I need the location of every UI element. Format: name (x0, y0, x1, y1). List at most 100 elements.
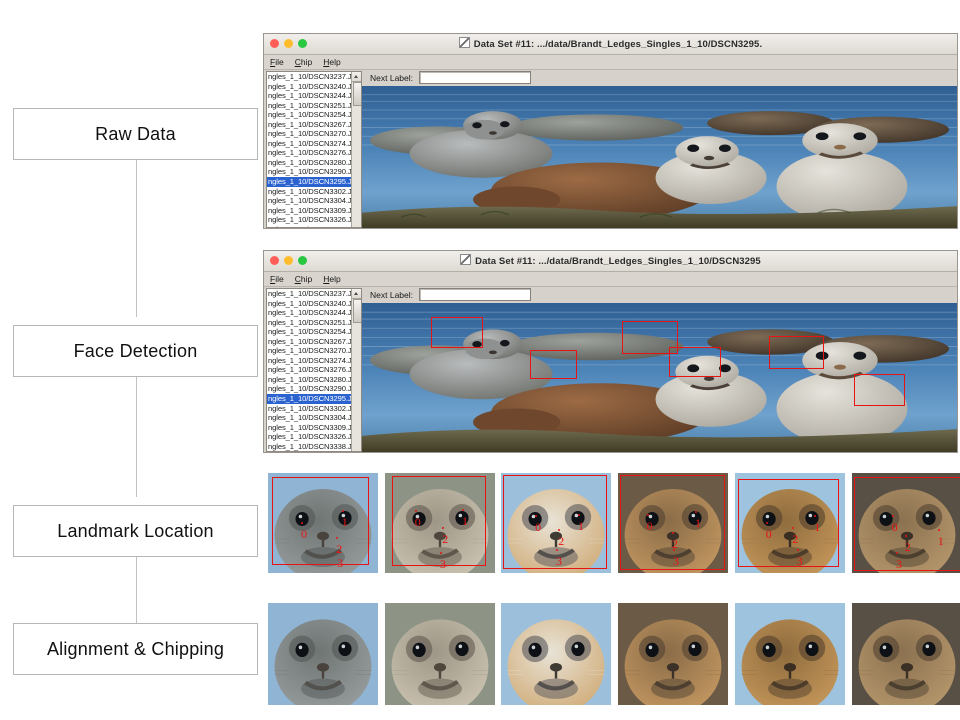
landmark-point-dot (671, 532, 674, 534)
file-list-item[interactable]: ngles_1_10/DSCN3240.JPG (267, 82, 361, 92)
next-label-input-2[interactable] (419, 288, 531, 301)
file-list-item[interactable]: ngles_1_10/DSCN3338.JPG (267, 225, 361, 227)
file-list-item[interactable]: ngles_1_10/DSCN3244.JPG (267, 308, 361, 318)
image-pane: Next Label: (362, 69, 957, 228)
landmark-point-label: 2 (442, 532, 449, 546)
window-titlebar-2[interactable]: Data Set #11: .../data/Brandt_Ledges_Sin… (264, 251, 957, 272)
landmark-point-label: 2 (336, 542, 343, 556)
file-list-rows[interactable]: ngles_1_10/DSCN3237.JPG ngles_1_10/DSCN32… (267, 72, 361, 227)
landmark-point-label: 2 (558, 534, 565, 548)
landmark-point-dot (341, 510, 344, 512)
stage-label-raw-data: Raw Data (95, 123, 176, 144)
file-list-item[interactable]: ngles_1_10/DSCN3290.JPG (267, 384, 361, 394)
file-list-item[interactable]: ngles_1_10/DSCN3304.JPG (267, 196, 361, 206)
landmark-point-dot (414, 510, 417, 512)
window-titlebar[interactable]: Data Set #11: .../data/Brandt_Ledges_Sin… (264, 34, 957, 55)
app-icon (458, 37, 470, 48)
menu-bar[interactable]: File Chip Help (264, 55, 957, 70)
menu-file[interactable]: File (270, 57, 284, 67)
file-list[interactable]: ngles_1_10/DSCN3237.JPG ngles_1_10/DSCN32… (266, 71, 362, 228)
file-list-item[interactable]: ngles_1_10/DSCN3270.JPG (267, 346, 361, 356)
face-detection-box (431, 317, 483, 348)
file-list-item[interactable]: ngles_1_10/DSCN3274.JPG (267, 356, 361, 366)
scroll-up-arrow-icon[interactable] (352, 72, 361, 82)
file-list-item[interactable]: ngles_1_10/DSCN3251.JPG (267, 101, 361, 111)
face-detection-box (853, 374, 906, 407)
file-list-item[interactable]: ngles_1_10/DSCN3295.JPG (267, 177, 361, 187)
raw-photo-viewport (362, 86, 957, 228)
menu-bar-2[interactable]: File Chip Help (264, 272, 957, 287)
next-label-input[interactable] (419, 71, 531, 84)
menu-chip[interactable]: Chip (295, 274, 312, 284)
window-body: ngles_1_10/DSCN3237.JPG ngles_1_10/DSCN32… (264, 69, 957, 228)
landmark-point-label: 1 (937, 534, 944, 548)
landmark-thumbnail: 0123 (735, 473, 845, 573)
file-list-item[interactable]: ngles_1_10/DSCN3254.JPG (267, 327, 361, 337)
file-list-item[interactable]: ngles_1_10/DSCN3309.JPG (267, 206, 361, 216)
aligned-face-chip (385, 603, 495, 705)
menu-file[interactable]: File (270, 274, 284, 284)
file-list-item[interactable]: ngles_1_10/DSCN3276.JPG (267, 365, 361, 375)
scroll-up-arrow-icon[interactable] (352, 289, 361, 299)
landmark-point-label: 0 (646, 519, 653, 533)
landmark-point-label: 0 (414, 515, 421, 529)
file-list-item[interactable]: ngles_1_10/DSCN3270.JPG (267, 129, 361, 139)
menu-help[interactable]: Help (323, 274, 340, 284)
window-body-2: ngles_1_10/DSCN3237.JPG ngles_1_10/DSCN32… (264, 286, 957, 452)
landmark-point-label: 3 (556, 554, 562, 568)
landmark-point-label: 0 (301, 527, 307, 541)
file-list-item[interactable]: ngles_1_10/DSCN3290.JPG (267, 167, 361, 177)
file-list-scrollbar-2[interactable] (351, 289, 361, 451)
landmark-point-dot (578, 514, 580, 516)
file-list-item[interactable]: ngles_1_10/DSCN3267.JPG (267, 337, 361, 347)
landmark-point-label: 0 (891, 520, 898, 534)
file-list-item[interactable]: ngles_1_10/DSCN3274.JPG (267, 139, 361, 149)
next-label-toolbar-2: Next Label: (362, 286, 957, 303)
scrollbar-thumb[interactable] (353, 299, 361, 323)
aligned-face-chip (618, 603, 728, 705)
file-list-item[interactable]: ngles_1_10/DSCN3237.JPG (267, 72, 361, 82)
file-list-item[interactable]: ngles_1_10/DSCN3338.JPG (267, 442, 361, 451)
landmark-point-label: 3 (440, 557, 446, 571)
aligned-face-chip (501, 603, 611, 705)
file-list-item[interactable]: ngles_1_10/DSCN3326.JPG (267, 215, 361, 225)
landmark-bounding-box (272, 477, 370, 565)
file-list-item[interactable]: ngles_1_10/DSCN3244.JPG (267, 91, 361, 101)
connector-raw-to-detect (136, 160, 137, 317)
file-list-item[interactable]: ngles_1_10/DSCN3251.JPG (267, 318, 361, 328)
landmark-point-dot (896, 552, 898, 554)
file-list-item[interactable]: ngles_1_10/DSCN3240.JPG (267, 299, 361, 309)
landmark-bounding-box (503, 475, 607, 569)
window-title-text-2: Data Set #11: .../data/Brandt_Ledges_Sin… (475, 256, 761, 267)
file-list-item[interactable]: ngles_1_10/DSCN3302.JPG (267, 187, 361, 197)
file-list-item[interactable]: ngles_1_10/DSCN3302.JPG (267, 404, 361, 414)
file-list-rows-2[interactable]: ngles_1_10/DSCN3237.JPG ngles_1_10/DSCN32… (267, 289, 361, 452)
file-list-scrollbar[interactable] (351, 72, 361, 227)
face-detection-box (769, 336, 824, 370)
landmark-point-label: 1 (695, 516, 701, 530)
file-list-item[interactable]: ngles_1_10/DSCN3309.JPG (267, 423, 361, 433)
file-list-item[interactable]: ngles_1_10/DSCN3280.JPG (267, 158, 361, 168)
landmark-point-label: 1 (578, 519, 584, 533)
file-list-item[interactable]: ngles_1_10/DSCN3267.JPG (267, 120, 361, 130)
landmark-point-label: 0 (535, 520, 542, 534)
file-list-item[interactable]: ngles_1_10/DSCN3276.JPG (267, 148, 361, 158)
stage-box-alignment-chipping: Alignment & Chipping (13, 623, 258, 675)
menu-help[interactable]: Help (323, 57, 340, 67)
landmark-point-label: 3 (673, 554, 679, 568)
file-list-item[interactable]: ngles_1_10/DSCN3280.JPG (267, 375, 361, 385)
file-list-item[interactable]: ngles_1_10/DSCN3254.JPG (267, 110, 361, 120)
file-list-item[interactable]: ngles_1_10/DSCN3237.JPG (267, 289, 361, 299)
file-list-2[interactable]: ngles_1_10/DSCN3237.JPG ngles_1_10/DSCN32… (266, 288, 362, 452)
app-window-raw-data[interactable]: Data Set #11: .../data/Brandt_Ledges_Sin… (263, 33, 958, 229)
landmark-thumbnail: 0123 (618, 473, 728, 573)
menu-chip[interactable]: Chip (295, 57, 312, 67)
file-list-item[interactable]: ngles_1_10/DSCN3341.JPG (267, 451, 361, 452)
raw-seal-photo (362, 86, 957, 228)
file-list-item[interactable]: ngles_1_10/DSCN3295.JPG (267, 394, 361, 404)
file-list-item[interactable]: ngles_1_10/DSCN3326.JPG (267, 432, 361, 442)
app-window-face-detection[interactable]: Data Set #11: .../data/Brandt_Ledges_Sin… (263, 250, 958, 453)
scrollbar-thumb[interactable] (353, 82, 361, 106)
landmark-point-label: 2 (792, 532, 799, 546)
file-list-item[interactable]: ngles_1_10/DSCN3304.JPG (267, 413, 361, 423)
